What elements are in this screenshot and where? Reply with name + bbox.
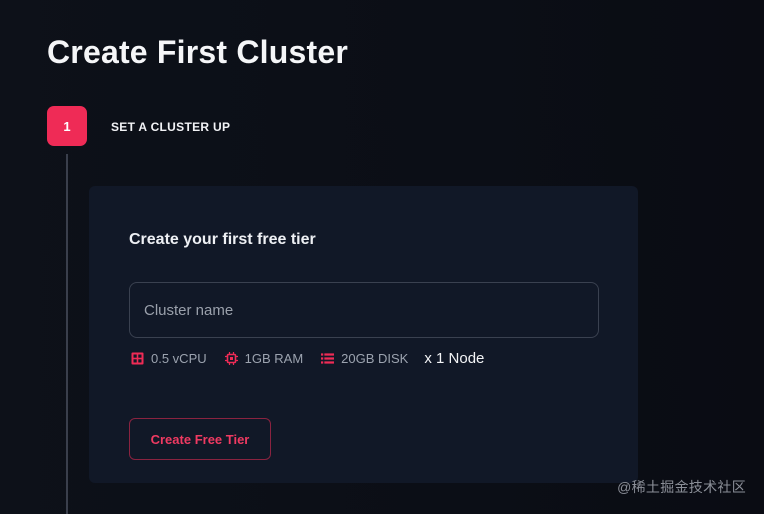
spec-ram: 1GB RAM <box>224 350 304 366</box>
card-title: Create your first free tier <box>129 231 316 248</box>
cpu-grid-icon <box>131 352 144 365</box>
list-disk-icon <box>321 352 335 365</box>
step-connector-line <box>66 154 68 514</box>
free-tier-card: Create your first free tier 0.5 vCPU <box>89 186 638 483</box>
node-count: x 1 Node <box>424 349 485 367</box>
page-title: Create First Cluster <box>47 34 348 70</box>
create-free-tier-button[interactable]: Create Free Tier <box>129 418 271 460</box>
spec-cpu-label: 0.5 vCPU <box>151 350 207 366</box>
cluster-specs: 0.5 vCPU 1GB RAM 20GB DISK x 1 Node <box>131 349 484 367</box>
watermark: @稀土掘金技术社区 <box>617 479 746 495</box>
chip-icon <box>224 351 238 365</box>
step-number-badge: 1 <box>47 106 87 146</box>
spec-disk: 20GB DISK <box>321 351 408 366</box>
step-label: SET A CLUSTER UP <box>111 120 231 134</box>
page: Create First Cluster 1 SET A CLUSTER UP … <box>0 0 764 514</box>
cluster-name-input[interactable] <box>129 282 599 338</box>
spec-cpu: 0.5 vCPU <box>131 351 207 366</box>
spec-ram-label: 1GB RAM <box>244 350 304 366</box>
spec-disk-label: 20GB DISK <box>341 350 409 366</box>
